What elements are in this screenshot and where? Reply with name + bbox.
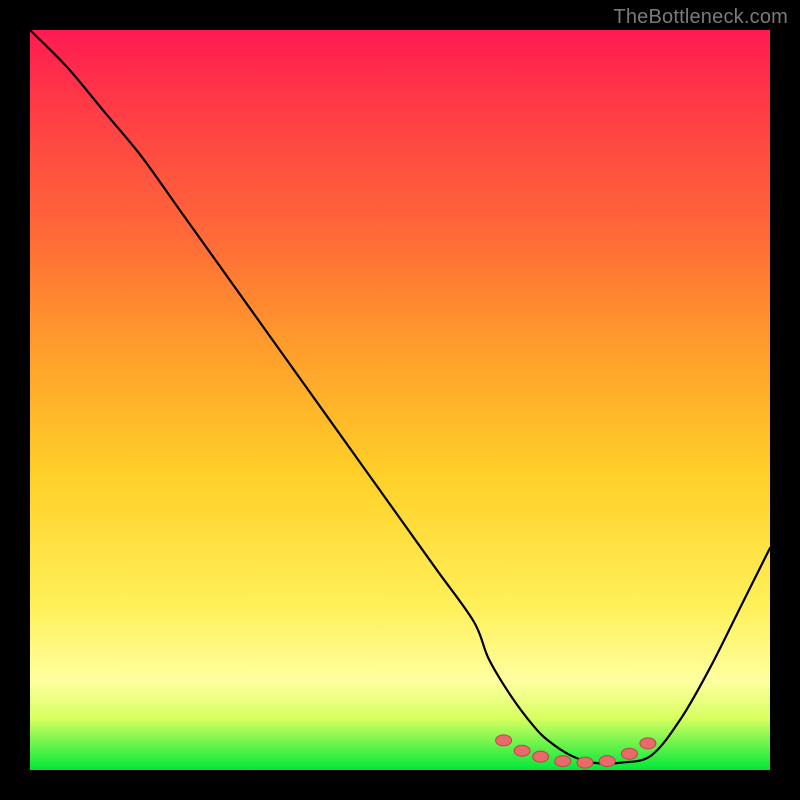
- marker-dot: [555, 756, 571, 767]
- marker-dot: [496, 735, 512, 746]
- chart-svg: [30, 30, 770, 770]
- marker-dot: [533, 751, 549, 762]
- optimal-range-markers: [496, 735, 656, 768]
- marker-dot: [599, 756, 615, 767]
- marker-dot: [640, 738, 656, 749]
- marker-dot: [621, 748, 637, 759]
- plot-area: [30, 30, 770, 770]
- chart-stage: TheBottleneck.com: [0, 0, 800, 800]
- marker-dot: [577, 757, 593, 768]
- watermark-text: TheBottleneck.com: [613, 6, 788, 29]
- marker-dot: [514, 745, 530, 756]
- bottleneck-curve: [30, 30, 770, 764]
